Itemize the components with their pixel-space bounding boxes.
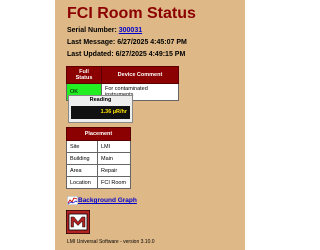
page-title: FCI Room Status: [67, 5, 196, 22]
reading-value: 1.36 µR/hr: [71, 106, 130, 119]
placement-header: Placement: [66, 127, 131, 141]
last-updated-label: Last Updated:: [67, 51, 114, 58]
table-row: Area Repair: [66, 164, 131, 177]
last-message-line: Last Message: 6/27/2025 4:45:07 PM: [67, 39, 187, 46]
reading-label: Reading: [89, 97, 112, 103]
background-graph-link[interactable]: Background Graph: [78, 197, 137, 204]
lmi-logo: [65, 209, 91, 235]
status-header-row: Full Status Device Comment: [66, 66, 179, 84]
placement-key: Building: [66, 152, 98, 165]
background-graph-link-wrap: Background Graph: [66, 195, 137, 206]
placement-value: Repair: [97, 164, 131, 177]
placement-table: Placement Site LMI Building Main Area Re…: [66, 127, 131, 189]
placement-value: Main: [97, 152, 131, 165]
table-row: Building Main: [66, 152, 131, 165]
footer-text: LMI Universal Software - version 3.10.0: [67, 239, 155, 245]
serial-number-label: Serial Number:: [67, 27, 117, 34]
last-message-label: Last Message:: [67, 39, 116, 46]
placement-key: Location: [66, 176, 98, 189]
chart-icon[interactable]: [66, 195, 79, 206]
last-updated-line: Last Updated: 6/27/2025 4:49:15 PM: [67, 51, 185, 58]
full-status-header: Full Status: [66, 66, 102, 84]
table-row: Location FCI Room: [66, 176, 131, 189]
device-comment-header: Device Comment: [101, 66, 179, 84]
table-row: Site LMI: [66, 140, 131, 153]
last-message-value: 6/27/2025 4:45:07 PM: [117, 39, 187, 46]
reading-box: Reading 1.36 µR/hr: [68, 95, 133, 123]
placement-value: FCI Room: [97, 176, 131, 189]
last-updated-value: 6/27/2025 4:49:15 PM: [115, 51, 186, 58]
serial-number-line: Serial Number: 300031: [67, 27, 142, 34]
placement-key: Site: [66, 140, 98, 153]
placement-value: LMI: [97, 140, 131, 153]
serial-number-link[interactable]: 300031: [119, 27, 142, 34]
placement-key: Area: [66, 164, 98, 177]
placement-header-row: Placement: [66, 127, 131, 141]
